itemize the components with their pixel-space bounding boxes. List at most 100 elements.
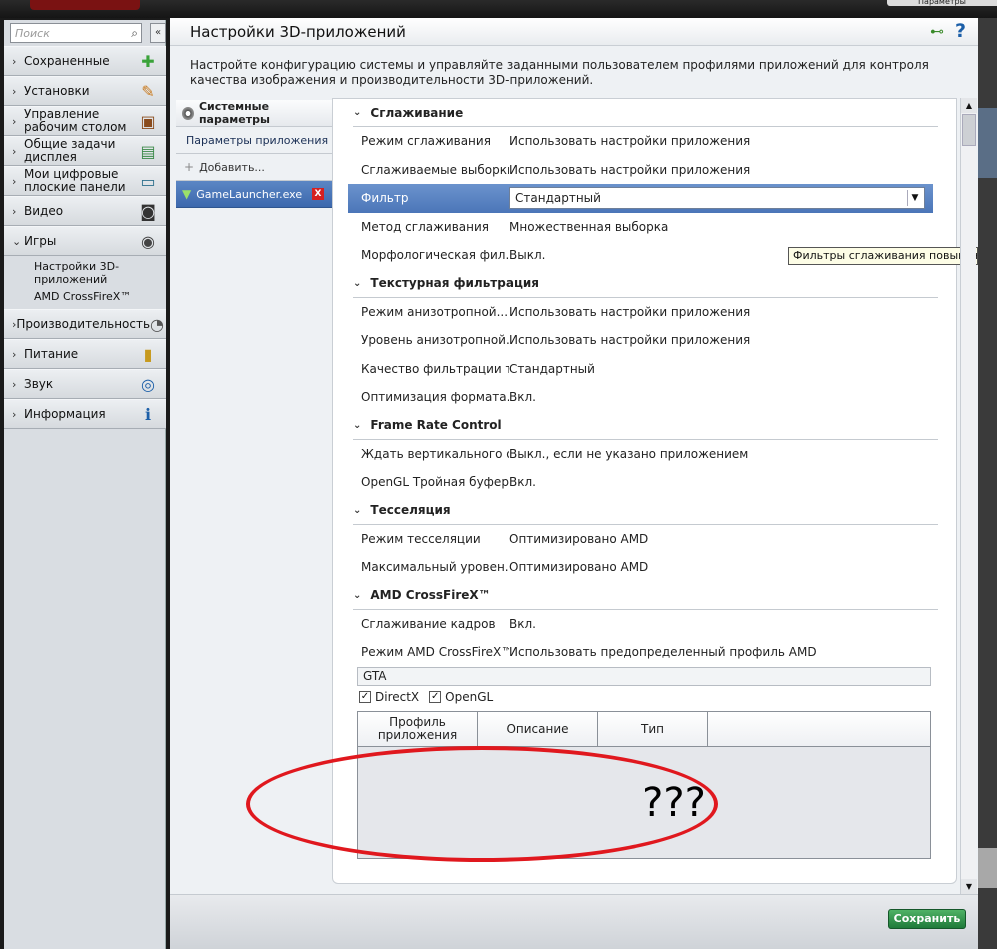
section-header[interactable]: ⌄ Тесселяция	[353, 497, 938, 525]
setting-row[interactable]: Режим AMD CrossFireX™ Использовать предоп…	[353, 638, 938, 667]
section-header[interactable]: ⌄ Текстурная фильтрация	[353, 270, 938, 298]
save-button[interactable]: Сохранить	[888, 909, 966, 929]
params-button[interactable]: Параметры	[887, 0, 997, 6]
profile-app-params[interactable]: Параметры приложения	[176, 127, 332, 154]
gear-icon	[182, 106, 194, 120]
setting-row[interactable]: Максимальный уровен... Оптимизировано AMD	[353, 553, 938, 582]
pin-icon: ✚	[141, 51, 155, 71]
sidebar-item[interactable]: › Общие задачи дисплея ▤	[4, 136, 166, 166]
sidebar-item[interactable]: › Мои цифровые плоские панели ▭	[4, 166, 166, 196]
setting-row[interactable]: Ждать вертикального о... Выкл., если не у…	[353, 440, 938, 469]
add-profile-button[interactable]: + Добавить...	[176, 154, 332, 181]
vertical-scrollbar[interactable]: ▲ ▼	[960, 98, 977, 894]
sidebar-item[interactable]: › Установки ✎	[4, 76, 166, 106]
remove-profile-button[interactable]: X	[312, 188, 324, 200]
sidebar-subitem[interactable]: Настройки 3D-приложений	[34, 260, 166, 286]
setting-row[interactable]: OpenGL Тройная буфер... Вкл.	[353, 468, 938, 497]
sidebar-item-label: Питание	[24, 346, 79, 361]
battery-icon: ▮	[143, 344, 153, 364]
setting-row[interactable]: Сглаживание кадров Вкл.	[353, 610, 938, 639]
bottom-bar: Сохранить	[170, 894, 978, 949]
api-checkbox[interactable]: ✓ OpenGL	[429, 690, 493, 704]
setting-value: Использовать настройки приложения	[509, 134, 751, 149]
chevron-down-icon[interactable]: ▼	[907, 190, 922, 207]
setting-row[interactable]: Метод сглаживания Множественная выборка	[353, 213, 938, 242]
table-header-cell[interactable]	[708, 712, 930, 746]
sidebar-item-label: Производительность	[16, 316, 151, 331]
setting-row[interactable]: Качество фильтрации т... Стандартный	[353, 355, 938, 384]
sidebar-item-label: Мои цифровые плоские панели	[24, 167, 126, 194]
sidebar-item[interactable]: › Питание ▮	[4, 339, 166, 369]
chevron-right-icon: ›	[12, 347, 17, 361]
profile-system-settings[interactable]: Системные параметры	[176, 100, 332, 127]
info-icon: ℹ	[144, 404, 152, 424]
sidebar-item[interactable]: › Производительность ◔	[4, 309, 166, 339]
section-header[interactable]: ⌄ AMD CrossFireX™	[353, 582, 938, 610]
sidebar-item-label: Сохраненные	[24, 53, 110, 68]
background-window	[978, 108, 997, 178]
sidebar-item-label: Игры	[24, 233, 57, 248]
setting-label: Фильтр	[361, 191, 409, 206]
top-bar: Параметры	[0, 0, 997, 18]
profile-app-label: Параметры приложения	[186, 133, 329, 147]
search-input[interactable]: Поиск ⌕	[10, 23, 142, 43]
table-header-cell[interactable]: Описание	[478, 712, 598, 746]
settings-list: ⌄ Сглаживание Режим сглаживания Использоват…	[348, 99, 938, 667]
scroll-thumb[interactable]	[962, 114, 976, 146]
speaker-icon: ◎	[141, 374, 155, 394]
setting-label: Сглаживаемые выборки	[361, 162, 509, 177]
sidebar-item[interactable]: › Сохраненные ✚	[4, 46, 166, 76]
sidebar-subitem[interactable]: AMD CrossFireX™	[34, 290, 166, 303]
setting-label: Уровень анизотропной...	[361, 333, 509, 348]
chevron-down-icon: ⌄	[353, 419, 362, 431]
api-checkbox[interactable]: ✓ DirectX	[359, 690, 419, 704]
setting-value: Оптимизировано AMD	[509, 531, 649, 546]
desktop-icon: ▣	[140, 111, 156, 131]
section-title: Frame Rate Control	[370, 418, 502, 432]
setting-row[interactable]: Режим тесселяции Оптимизировано AMD	[353, 525, 938, 554]
sidebar-item[interactable]: › Управление рабочим столом ▣	[4, 106, 166, 136]
app-search-field[interactable]: GTA	[357, 667, 931, 686]
collapse-sidebar-button[interactable]: «	[150, 23, 166, 43]
checkbox-box[interactable]: ✓	[429, 691, 442, 703]
help-icon[interactable]: ?	[955, 20, 966, 42]
page-description: Настройте конфигурацию системы и управля…	[190, 58, 929, 87]
section-header[interactable]: ⌄ Сглаживание	[353, 99, 938, 127]
sidebar-item[interactable]: › Звук ◎	[4, 369, 166, 399]
profile-game-launcher[interactable]: ▼ GameLauncher.exe X	[176, 181, 332, 208]
setting-row[interactable]: Сглаживаемые выборки Использовать настрой…	[353, 156, 938, 185]
sidebar-item[interactable]: › Видео ◙	[4, 196, 166, 226]
setting-label: Сглаживание кадров	[361, 616, 496, 631]
sidebar-item-label: Видео	[24, 203, 64, 218]
search-icon[interactable]: ⌕	[131, 26, 138, 41]
sidebar-item[interactable]: ⌄ Игры ◉	[4, 226, 166, 256]
chevron-right-icon: ›	[12, 84, 17, 98]
section-header[interactable]: ⌄ Frame Rate Control	[353, 412, 938, 440]
checkbox-box[interactable]: ✓	[359, 691, 371, 703]
gamepad-icon: ◉	[141, 231, 155, 251]
sidebar-item-label: Информация	[24, 406, 106, 421]
filter-dropdown[interactable]: Стандартный ▼	[509, 187, 925, 210]
pin-icon[interactable]: ⊷	[930, 24, 944, 40]
setting-row[interactable]: Режим анизотропной... Использовать настро…	[353, 298, 938, 327]
chevron-right-icon: ›	[12, 204, 17, 218]
setting-label: Ждать вертикального о...	[361, 446, 509, 461]
profile-system-label: Системные параметры	[198, 100, 270, 126]
sidebar-item-label: Звук	[24, 376, 54, 391]
monitor-icon: ▭	[140, 171, 156, 191]
setting-row[interactable]: Фильтр Стандартный ▼	[348, 184, 933, 213]
sidebar-item[interactable]: › Информация ℹ	[4, 399, 166, 429]
dropdown-value: Стандартный	[515, 191, 601, 206]
setting-value: Использовать настройки приложения	[509, 162, 751, 177]
setting-row[interactable]: Режим сглаживания Использовать настройки …	[353, 127, 938, 156]
setting-row[interactable]: Уровень анизотропной... Использовать наст…	[353, 326, 938, 355]
scroll-down-icon[interactable]: ▼	[961, 879, 977, 894]
background-window-2	[978, 848, 997, 888]
scroll-up-icon[interactable]: ▲	[961, 98, 977, 113]
sidebar-nav: › Сохраненные ✚ › Установки ✎ › Управление рабо…	[4, 46, 166, 429]
setting-value: Вкл.	[509, 475, 536, 490]
table-header-cell[interactable]: Профиль приложения	[358, 712, 478, 746]
table-header-cell[interactable]: Тип	[598, 712, 708, 746]
chevron-right-icon: ›	[12, 144, 17, 158]
setting-row[interactable]: Оптимизация формата... Вкл.	[353, 383, 938, 412]
